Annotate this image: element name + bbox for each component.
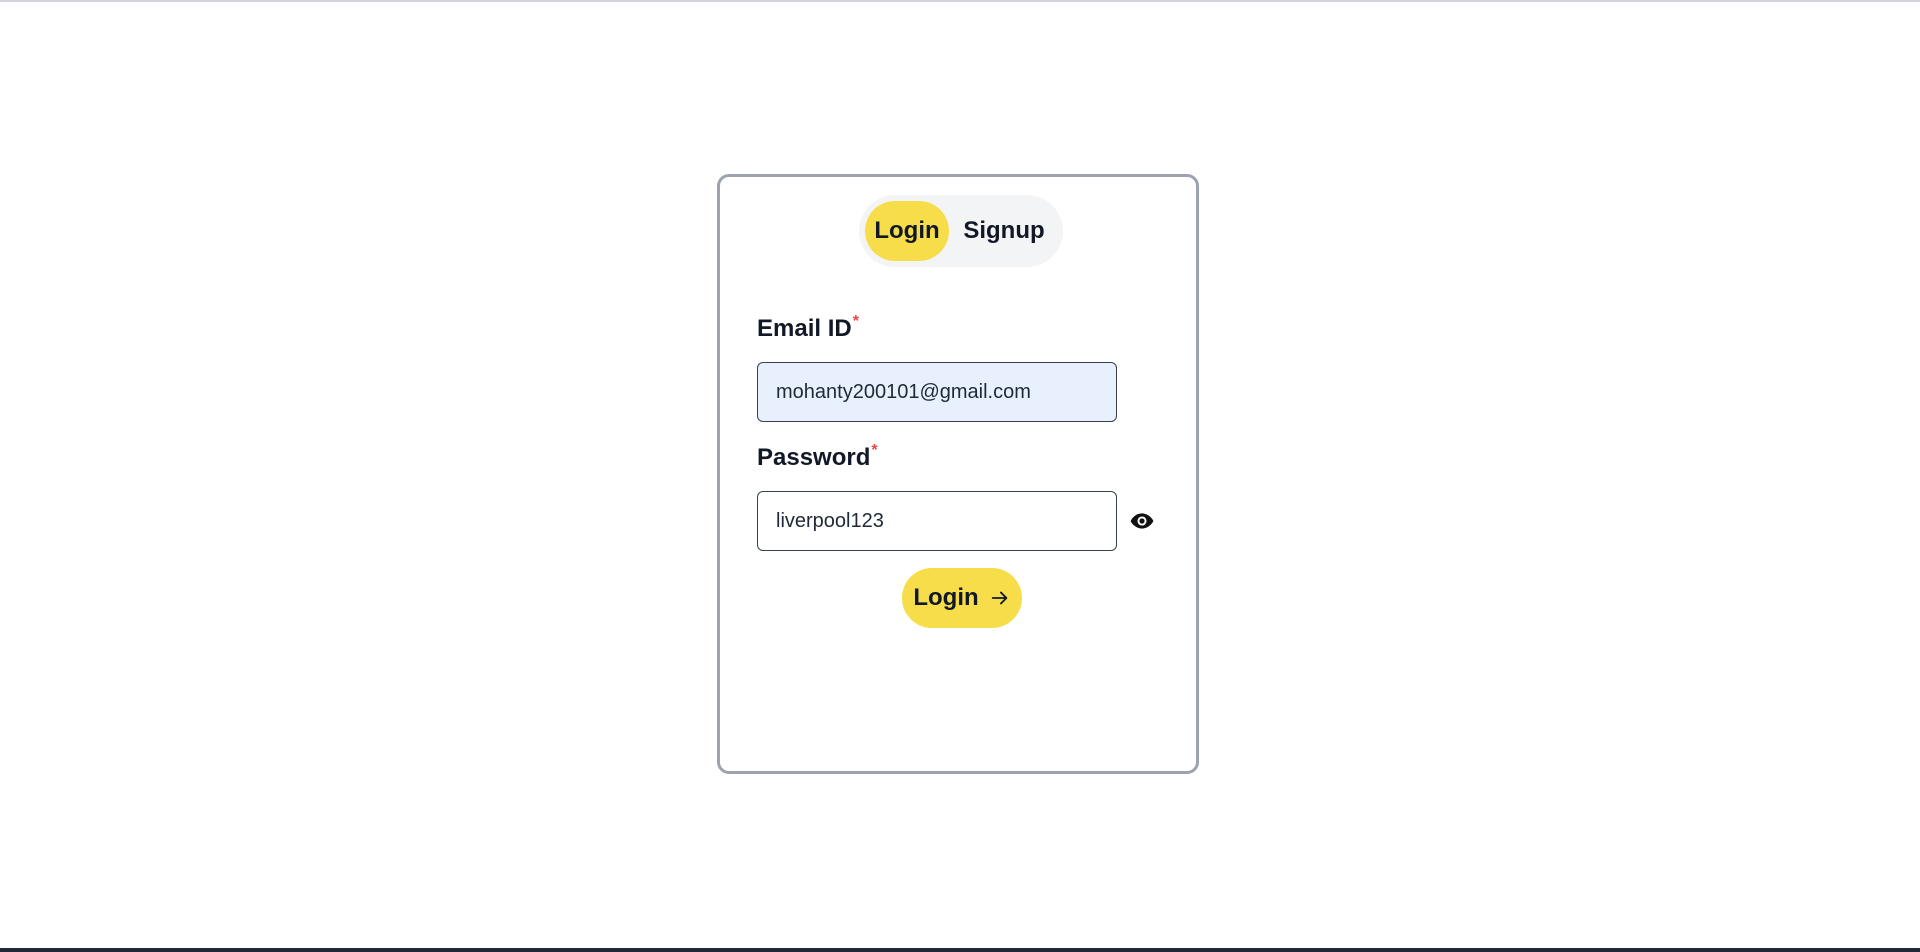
password-visibility-toggle[interactable]: [1129, 508, 1155, 534]
password-field[interactable]: [757, 491, 1117, 551]
browser-top-edge: [0, 0, 1920, 2]
password-required-mark: *: [871, 442, 878, 459]
tab-login[interactable]: Login: [865, 201, 949, 261]
email-required-mark: *: [852, 313, 859, 330]
email-field[interactable]: [757, 362, 1117, 422]
tab-signup[interactable]: Signup: [957, 201, 1051, 261]
auth-card: Login Signup Email ID* Password* Login: [717, 174, 1199, 774]
password-label: Password*: [757, 442, 878, 472]
eye-icon: [1130, 513, 1154, 529]
email-label-text: Email ID: [757, 315, 852, 342]
browser-bottom-edge: [0, 948, 1920, 952]
login-submit-label: Login: [913, 584, 979, 611]
email-label: Email ID*: [757, 313, 859, 343]
auth-tab-switch: Login Signup: [859, 195, 1063, 267]
arrow-right-icon: [991, 591, 1007, 605]
login-submit-button[interactable]: Login: [902, 568, 1022, 628]
password-label-text: Password: [757, 444, 871, 471]
